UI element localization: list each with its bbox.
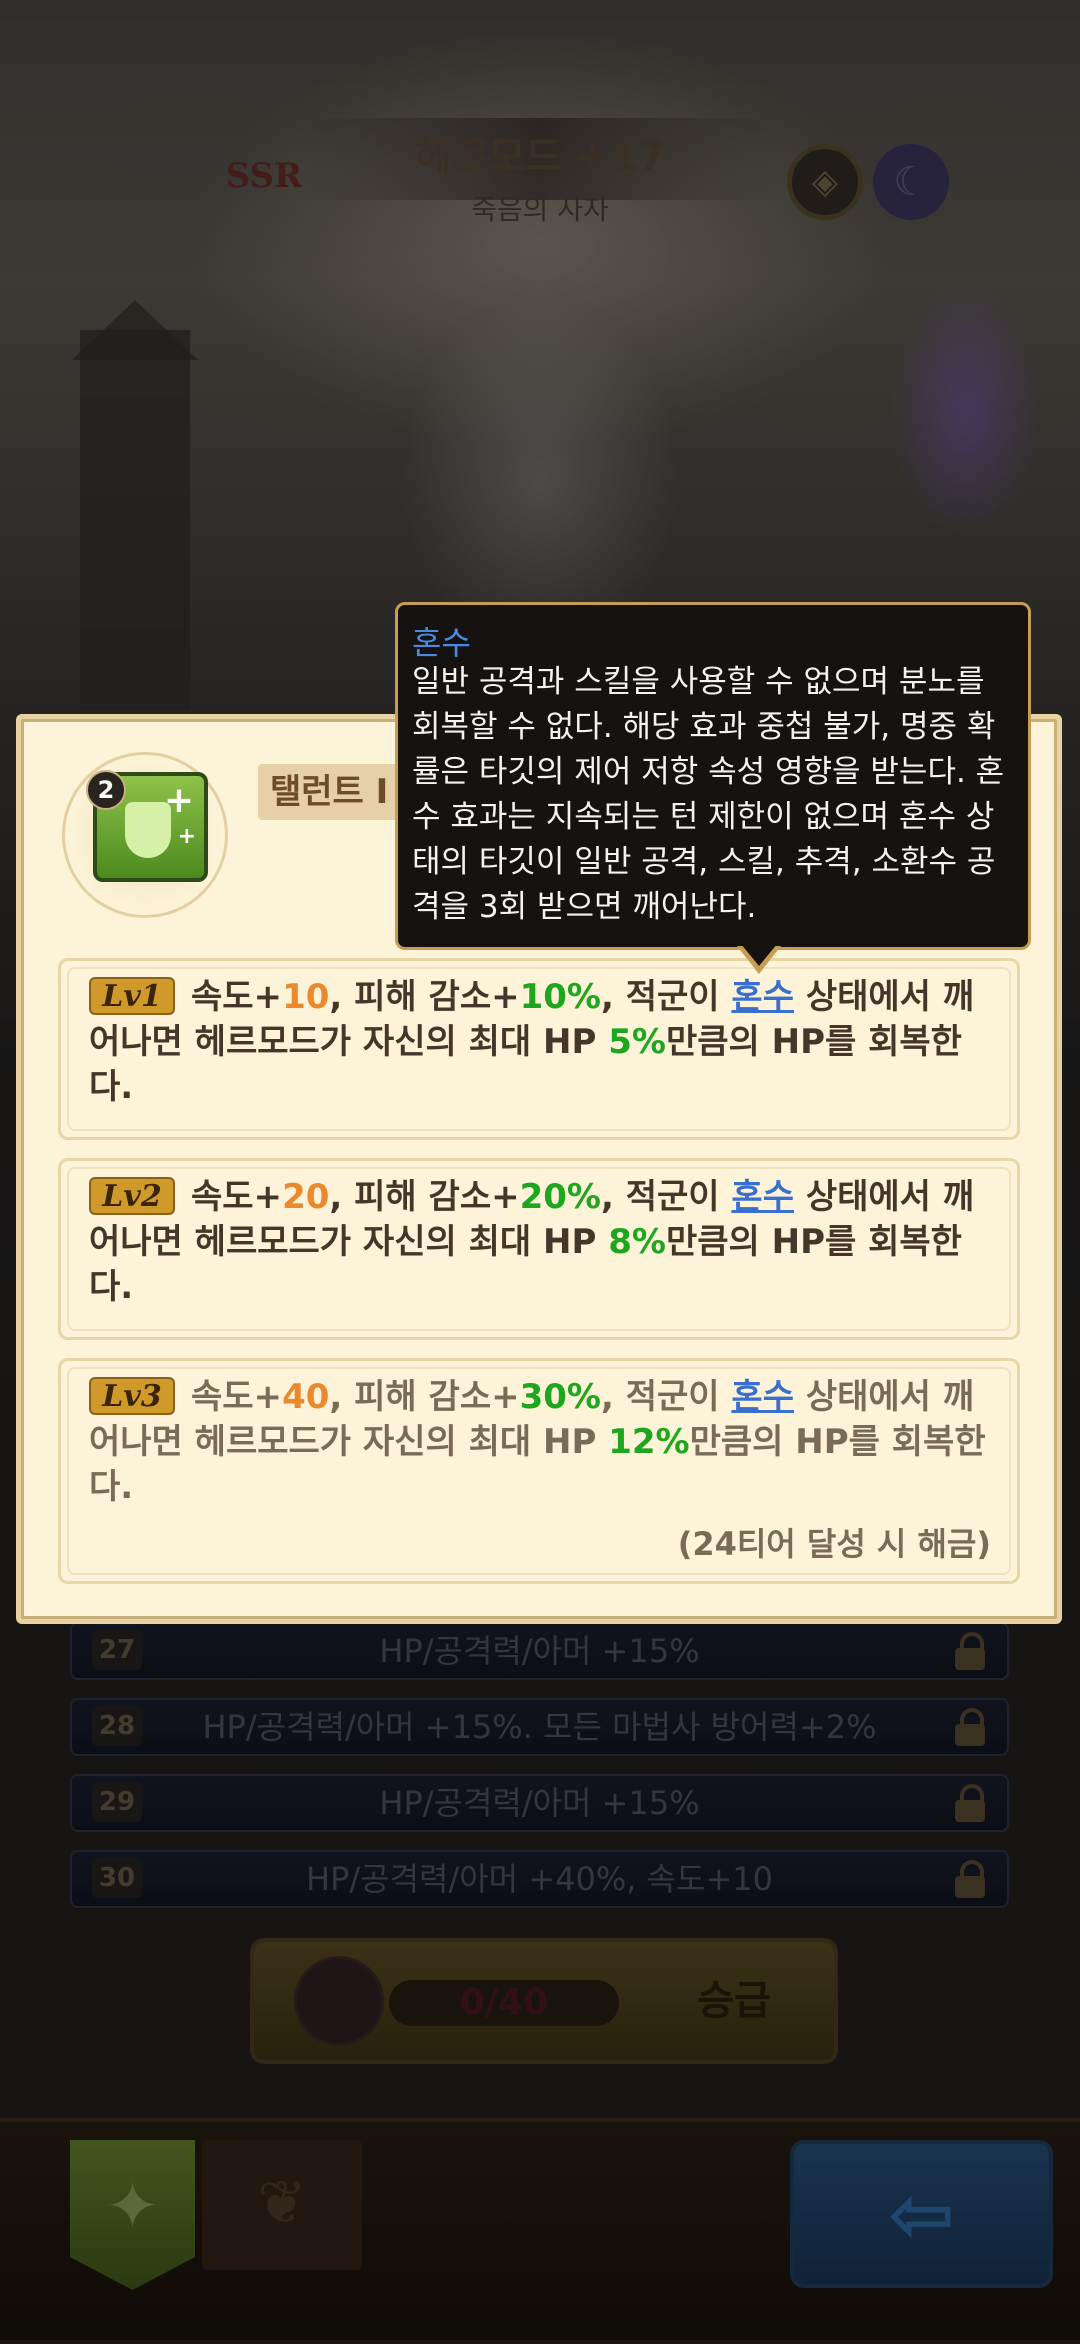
talent-level-card: Lv1 속도+10, 피해 감소+10%, 적군이 혼수 상태에서 깨어나면 헤르…	[58, 958, 1020, 1140]
tooltip-arrow-inner	[741, 944, 777, 966]
keyword-link[interactable]: 혼수	[731, 1377, 794, 1417]
talent-level-description: Lv1 속도+10, 피해 감소+10%, 적군이 혼수 상태에서 깨어나면 헤르…	[89, 977, 975, 1107]
level-badge: Lv3	[89, 1377, 175, 1415]
keyword-link[interactable]: 혼수	[731, 1177, 794, 1217]
talent-level-description: Lv3 속도+40, 피해 감소+30%, 적군이 혼수 상태에서 깨어나면 헤르…	[89, 1377, 986, 1507]
talent-level-card: Lv2 속도+20, 피해 감소+20%, 적군이 혼수 상태에서 깨어나면 헤르…	[58, 1158, 1020, 1340]
keyword-link[interactable]: 혼수	[731, 977, 794, 1017]
talent-level-card: Lv3 속도+40, 피해 감소+30%, 적군이 혼수 상태에서 깨어나면 헤르…	[58, 1358, 1020, 1584]
talent-name: 탤런트 I	[258, 764, 408, 820]
talent-level-description: Lv2 속도+20, 피해 감소+20%, 적군이 혼수 상태에서 깨어나면 헤르…	[89, 1177, 975, 1307]
talent-rank-badge: 2	[86, 770, 126, 810]
tooltip-body: 일반 공격과 스킬을 사용할 수 없으며 분노를 회복할 수 없다. 해당 효과…	[412, 664, 1005, 925]
level-badge: Lv1	[89, 977, 175, 1015]
tooltip-title: 혼수	[412, 624, 471, 662]
level-badge: Lv2	[89, 1177, 175, 1215]
unlock-note: (24티어 달성 시 해금)	[677, 1525, 991, 1563]
